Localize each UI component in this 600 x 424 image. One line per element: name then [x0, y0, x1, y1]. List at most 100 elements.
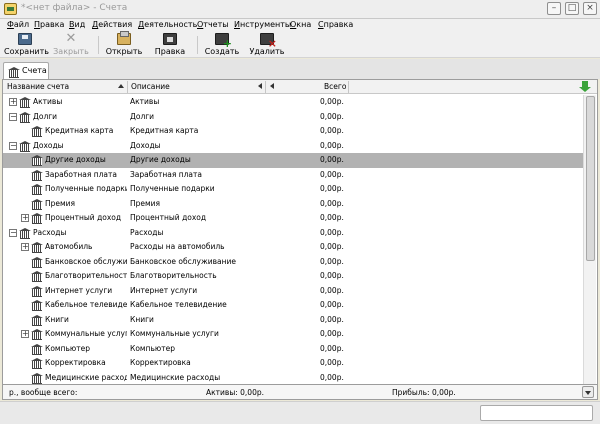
- edit-label: Правка: [154, 47, 186, 56]
- account-total: 0,00р.: [320, 213, 344, 222]
- menu-bar: Файл Правка Вид Действия Деятельность От…: [0, 19, 600, 32]
- bank-icon: [31, 343, 43, 355]
- bank-icon: [31, 314, 43, 326]
- collapse-icon[interactable]: −: [9, 228, 17, 237]
- account-row[interactable]: + Процентный доход Процентный доход 0,00р.: [3, 211, 583, 226]
- account-description: Интернет услуги: [130, 285, 198, 295]
- account-row[interactable]: Благотворительность Благотворительность 0,…: [3, 269, 583, 284]
- account-total: 0,00р.: [320, 97, 344, 106]
- maximize-button[interactable]: □: [565, 2, 579, 15]
- collapse-icon[interactable]: −: [9, 141, 17, 150]
- account-name: Интернет услуги: [45, 285, 113, 295]
- menu-actions[interactable]: Действия: [92, 20, 132, 29]
- account-row[interactable]: Другие доходы Другие доходы 0,00р.: [3, 153, 583, 168]
- delete-account-button[interactable]: Удалить: [248, 33, 286, 57]
- close-label: Закрыть: [53, 47, 89, 56]
- summary-dropdown-button[interactable]: [582, 386, 594, 398]
- account-total: 0,00р.: [320, 372, 344, 382]
- column-divider: [348, 81, 349, 93]
- tab-strip: Счета: [0, 59, 600, 79]
- open-button[interactable]: Открыть: [105, 31, 143, 57]
- account-name: Книги: [45, 314, 69, 324]
- account-description: Кабельное телевидение: [130, 300, 227, 309]
- menu-edit[interactable]: Правка: [34, 20, 64, 29]
- account-row[interactable]: Кабельное телевидениеКабельное телевиден…: [3, 298, 583, 313]
- expand-icon[interactable]: +: [9, 98, 17, 106]
- account-row[interactable]: + Активы Активы 0,00р.: [3, 95, 583, 110]
- menu-help[interactable]: Справка: [318, 20, 353, 29]
- column-header-total[interactable]: Всего: [324, 82, 346, 91]
- account-row[interactable]: Книги Книги 0,00р.: [3, 313, 583, 328]
- account-row[interactable]: − Расходы Расходы 0,00р.: [3, 226, 583, 241]
- bank-icon: [31, 372, 43, 384]
- toolbar-separator: [197, 36, 198, 54]
- menu-windows[interactable]: Окна: [290, 20, 311, 29]
- menu-view[interactable]: Вид: [69, 20, 85, 29]
- title-bar: *<нет файла> - Счета – □ ×: [0, 0, 600, 19]
- edit-button[interactable]: Правка: [151, 33, 189, 57]
- account-description: Активы: [130, 97, 160, 106]
- vertical-scrollbar[interactable]: [583, 95, 596, 384]
- account-name: Расходы: [33, 227, 67, 237]
- bank-icon: [31, 213, 43, 224]
- account-row[interactable]: Кредитная карта Кредитная карта 0,00р.: [3, 124, 583, 139]
- menu-business[interactable]: Деятельность: [138, 20, 197, 29]
- expand-icon[interactable]: +: [21, 243, 29, 251]
- column-header-description[interactable]: Описание: [131, 82, 170, 91]
- bank-icon: [31, 271, 43, 282]
- tab-accounts[interactable]: Счета: [3, 62, 49, 79]
- account-name: Коммунальные услуги: [45, 329, 127, 338]
- account-name: Компьютер: [45, 343, 90, 353]
- account-row[interactable]: Полученные подарки Полученные подарки 0,00…: [3, 182, 583, 197]
- new-account-button[interactable]: Создать: [203, 33, 241, 57]
- save-button[interactable]: Сохранить: [4, 33, 49, 57]
- bank-icon: [8, 67, 20, 78]
- menu-reports[interactable]: Отчеты: [197, 20, 229, 29]
- account-rows: + Активы Активы 0,00р. − Долги Долги 0,00р. Кред…: [3, 95, 583, 385]
- account-row[interactable]: Корректировка Корректировка 0,00р.: [3, 356, 583, 371]
- expand-icon[interactable]: +: [21, 214, 29, 222]
- account-row[interactable]: Заработная плата Заработная плата 0,00р.: [3, 168, 583, 183]
- accounts-tree: Название счета Описание Всего + Активы Акт…: [2, 79, 598, 385]
- column-left-arrow-icon[interactable]: [258, 83, 262, 89]
- close-button[interactable]: ✕ Закрыть: [51, 32, 91, 57]
- window-title: *<нет файла> - Счета: [21, 3, 128, 13]
- column-header-name[interactable]: Название счета: [7, 82, 69, 91]
- account-name: Корректировка: [45, 358, 106, 367]
- close-window-button[interactable]: ×: [583, 2, 597, 15]
- account-row[interactable]: − Долги Долги 0,00р.: [3, 110, 583, 125]
- account-description: Процентный доход: [130, 213, 207, 222]
- account-row[interactable]: + Автомобиль Расходы на автомобиль 0,00р.: [3, 240, 583, 255]
- account-row[interactable]: Премия Премия 0,00р.: [3, 197, 583, 212]
- account-row[interactable]: Банковское обслуживанБанковское обслужив…: [3, 255, 583, 270]
- bank-icon: [19, 97, 31, 108]
- account-name: Доходы: [33, 140, 64, 150]
- account-description: Благотворительность: [130, 271, 217, 280]
- delete-label: Удалить: [249, 47, 285, 56]
- account-description: Премия: [130, 198, 161, 208]
- account-row[interactable]: Компьютер Компьютер 0,00р.: [3, 342, 583, 357]
- bank-icon: [31, 126, 43, 137]
- account-total: 0,00р.: [320, 329, 344, 338]
- minimize-button[interactable]: –: [547, 2, 561, 15]
- expand-icon[interactable]: +: [21, 330, 29, 338]
- account-name: Активы: [33, 97, 63, 106]
- account-description: Полученные подарки: [130, 184, 215, 193]
- menu-tools[interactable]: Инструменты: [234, 20, 291, 29]
- account-name: Процентный доход: [45, 213, 122, 222]
- account-row[interactable]: − Доходы Доходы 0,00р.: [3, 139, 583, 154]
- scrollbar-thumb[interactable]: [586, 96, 595, 261]
- column-left-arrow-icon[interactable]: [270, 83, 274, 89]
- account-row[interactable]: Интернет услуги Интернет услуги 0,00р.: [3, 284, 583, 299]
- account-name: Полученные подарки: [45, 184, 127, 193]
- green-down-arrow-icon[interactable]: [579, 81, 591, 93]
- account-name: Другие доходы: [45, 155, 106, 164]
- account-description: Заработная плата: [130, 169, 202, 179]
- collapse-icon[interactable]: −: [9, 112, 17, 121]
- account-total: 0,00р.: [320, 314, 344, 324]
- menu-file[interactable]: Файл: [7, 20, 29, 29]
- account-row[interactable]: Медицинские расходы Медицинские расходы 0,…: [3, 371, 583, 386]
- account-row[interactable]: + Коммунальные услуги Коммунальные услуги 0…: [3, 327, 583, 342]
- account-name: Премия: [45, 198, 76, 208]
- account-total: 0,00р.: [320, 155, 344, 164]
